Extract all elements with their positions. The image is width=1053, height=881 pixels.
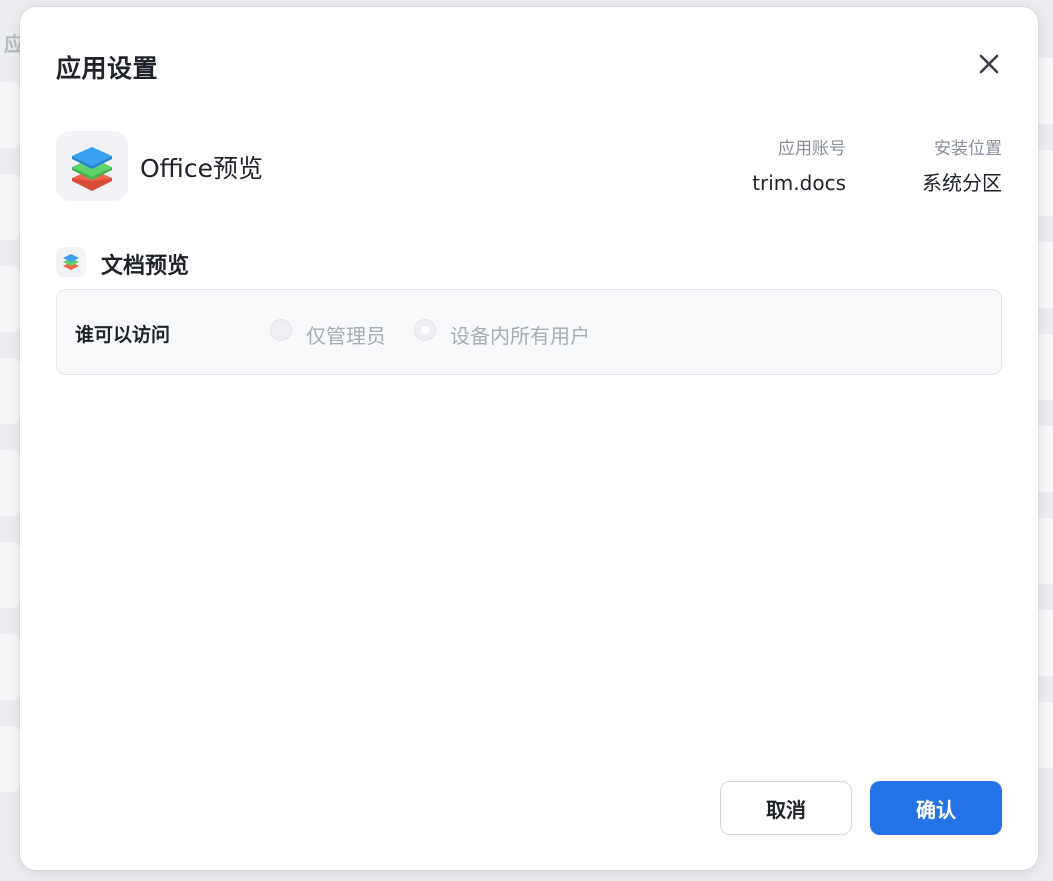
account-label: 应用账号 bbox=[778, 139, 846, 159]
access-permission-card: 谁可以访问 仅管理员 设备内所有用户 bbox=[56, 289, 1002, 375]
app-icon bbox=[56, 131, 128, 201]
location-value: 系统分区 bbox=[922, 171, 1002, 195]
radio-all-users-label[interactable]: 设备内所有用户 bbox=[450, 320, 590, 349]
background-card bbox=[0, 634, 20, 700]
app-name: Office预览 bbox=[140, 154, 263, 183]
radio-all-users[interactable] bbox=[414, 319, 436, 341]
layers-stack-icon bbox=[63, 254, 79, 270]
section-icon bbox=[56, 247, 86, 277]
background-card bbox=[0, 358, 20, 424]
background-card bbox=[0, 266, 20, 332]
app-account-info: 应用账号 trim.docs bbox=[752, 137, 846, 197]
layers-stack-icon bbox=[72, 147, 112, 191]
background-card bbox=[0, 174, 20, 240]
app-settings-dialog: 应用设置 Office预览 应用账号 trim.docs 安装位置 系统分区 文… bbox=[20, 7, 1038, 870]
install-location-info: 安装位置 系统分区 bbox=[922, 137, 1002, 197]
background-card bbox=[0, 450, 20, 516]
confirm-button[interactable]: 确认 bbox=[870, 781, 1002, 835]
close-icon[interactable] bbox=[976, 51, 1002, 77]
background-card bbox=[0, 542, 20, 608]
location-label: 安装位置 bbox=[934, 139, 1002, 159]
section-title: 文档预览 bbox=[101, 254, 190, 279]
background-card bbox=[0, 726, 20, 792]
dialog-title: 应用设置 bbox=[56, 54, 159, 83]
radio-admin-only[interactable] bbox=[270, 319, 292, 341]
background-card bbox=[0, 82, 20, 148]
radio-admin-only-label[interactable]: 仅管理员 bbox=[306, 320, 386, 349]
account-value: trim.docs bbox=[752, 171, 846, 195]
access-label: 谁可以访问 bbox=[75, 324, 171, 346]
cancel-button[interactable]: 取消 bbox=[720, 781, 852, 835]
